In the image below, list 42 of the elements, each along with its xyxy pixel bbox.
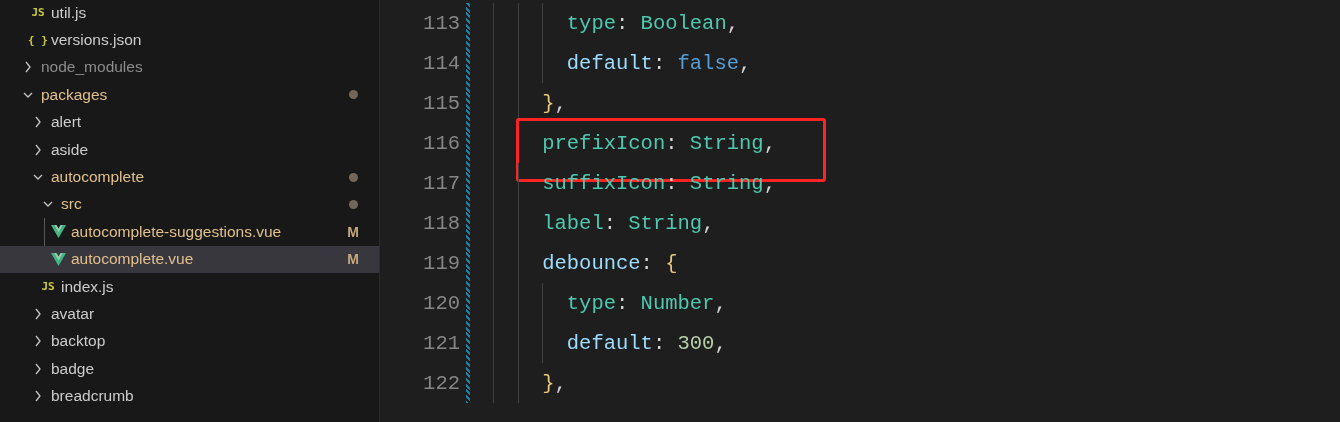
line-number: 113 (422, 11, 460, 35)
code-line: prefixIcon: String, (542, 131, 776, 155)
line-number: 121 (422, 331, 460, 355)
tree-item[interactable]: autocomplete.vue M (0, 245, 379, 273)
tree-item[interactable]: JS index.js (0, 272, 379, 301)
tree-item[interactable]: badge (0, 355, 379, 383)
line-number: 119 (422, 251, 460, 275)
code-line: }, (542, 91, 567, 115)
tree-item[interactable]: src (0, 190, 379, 219)
line-number: 120 (422, 291, 460, 315)
tree-item[interactable]: node_modules (0, 53, 379, 82)
file-type-icon: JS (31, 6, 45, 20)
code-line: label: String, (542, 211, 715, 235)
triangle-icon (50, 252, 66, 266)
tree-item[interactable]: autocomplete-suggestions.vue M (0, 218, 379, 246)
tree-item[interactable]: avatar (0, 300, 379, 328)
tree-item[interactable]: alert (0, 108, 379, 136)
tree-item[interactable]: breadcrumb (0, 382, 379, 410)
triangle-icon (50, 225, 66, 239)
tree-item[interactable]: { } versions.json (0, 26, 379, 54)
git-status: M (347, 251, 359, 268)
tree-item[interactable]: aside (0, 135, 379, 164)
tree-item[interactable]: JS util.js (0, 0, 379, 27)
line-number: 117 (422, 171, 460, 195)
code-line: }, (542, 371, 567, 395)
chevron-right-icon[interactable] (33, 306, 43, 322)
code-line: default: 300, (566, 331, 727, 355)
tree-item[interactable]: backtop (0, 327, 379, 356)
line-number: 115 (422, 91, 460, 115)
line-number: 114 (422, 51, 460, 75)
code-line: debounce: { (542, 251, 678, 275)
code-line: type: Boolean, (566, 11, 740, 35)
line-number: 122 (422, 371, 460, 395)
tree-item[interactable]: autocomplete (0, 163, 379, 191)
tree-item[interactable]: packages (0, 81, 379, 109)
git-status: M (347, 223, 359, 240)
code-line: default: false, (566, 51, 752, 75)
file-type-icon: { } (28, 33, 48, 47)
line-number: 116 (422, 131, 460, 155)
line-number: 118 (422, 211, 460, 235)
file-type-icon: JS (41, 280, 55, 294)
code-line: type: Number, (566, 291, 727, 315)
